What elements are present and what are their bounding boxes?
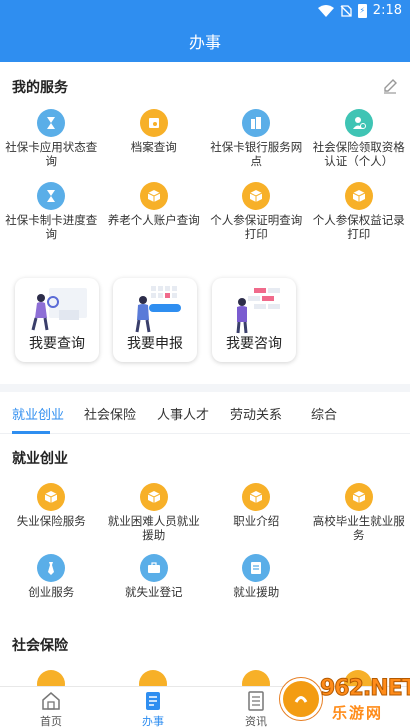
service-label: 档案查询 — [130, 140, 177, 154]
building-icon — [242, 109, 271, 137]
service-label: 就业困难人员就业援助 — [107, 514, 200, 542]
no-sim-icon — [340, 4, 352, 17]
service-item[interactable]: 失业保险服务 — [0, 483, 103, 542]
nav-service[interactable]: 办事 — [123, 690, 183, 728]
service-item[interactable]: 社保卡银行服务网点 — [205, 109, 308, 168]
service-item[interactable]: 就业困难人员就业援助 — [103, 483, 206, 542]
service-label: 个人参保权益记录打印 — [312, 213, 405, 241]
cube-icon — [242, 483, 271, 511]
tab-social-insurance[interactable]: 社会保险 — [84, 404, 136, 423]
nav-home[interactable]: 首页 — [21, 690, 81, 728]
my-services-title: 我的服务 — [12, 80, 68, 96]
service-label: 社保卡应用状态查询 — [5, 140, 98, 168]
status-time: 2:18 — [372, 3, 402, 18]
service-label: 社保卡制卡进度查询 — [5, 213, 98, 241]
consult-illustration — [236, 288, 280, 334]
cube-icon — [344, 182, 373, 210]
cube-icon — [344, 483, 373, 511]
service-item[interactable]: 社保卡制卡进度查询 — [0, 182, 103, 241]
service-label: 失业保险服务 — [16, 514, 86, 528]
folder-icon — [139, 109, 168, 137]
cube-icon — [139, 182, 168, 210]
category-tabs: 就业创业 社会保险 人事人才 劳动关系 综合 — [0, 392, 410, 434]
service-label: 就失业登记 — [125, 585, 183, 599]
person-check-icon — [344, 109, 373, 137]
service-label: 养老个人账户查询 — [107, 213, 200, 227]
consult-card-label: 我要咨询 — [226, 336, 282, 352]
tab-personnel[interactable]: 人事人才 — [157, 404, 209, 423]
service-item[interactable]: 社保卡应用状态查询 — [0, 109, 103, 168]
declare-illustration — [135, 286, 181, 333]
service-icon — [146, 692, 160, 710]
declare-card-label: 我要申报 — [127, 336, 183, 352]
social-insurance-title: 社会保险 — [12, 638, 68, 654]
service-item[interactable]: 档案查询 — [103, 109, 206, 168]
page-title: 办事 — [0, 24, 410, 62]
tab-labor-relations[interactable]: 劳动关系 — [230, 404, 282, 423]
nav-home-label: 首页 — [40, 715, 62, 728]
service-label: 社保卡银行服务网点 — [210, 140, 303, 168]
service-label: 社会保险领取资格认证（个人） — [312, 140, 405, 168]
service-item[interactable]: 个人参保权益记录打印 — [308, 182, 410, 241]
hourglass-icon — [37, 109, 66, 137]
service-item[interactable]: 高校毕业生就业服务 — [308, 483, 410, 542]
pencil-icon[interactable] — [382, 78, 398, 94]
nav-service-label: 办事 — [142, 715, 164, 728]
battery-charging-icon: ⚡ — [357, 3, 367, 18]
my-services-grid: 社保卡应用状态查询 档案查询 社保卡银行服务网点 社会保险领取资格认证（个人） … — [0, 109, 410, 241]
service-item[interactable]: 社会保险领取资格认证（个人） — [308, 109, 410, 168]
service-label: 高校毕业生就业服务 — [312, 514, 405, 542]
employment-title: 就业创业 — [12, 451, 68, 467]
service-label: 就业援助 — [233, 585, 280, 599]
query-card[interactable]: 我要查询 — [15, 278, 99, 362]
watermark-badge-icon — [280, 678, 322, 720]
news-icon — [248, 691, 264, 711]
service-item[interactable]: 就失业登记 — [103, 554, 206, 599]
tab-employment[interactable]: 就业创业 — [12, 404, 64, 423]
cube-icon — [37, 483, 66, 511]
employment-grid: 失业保险服务 就业困难人员就业援助 职业介绍 高校毕业生就业服务 创业服务 就失… — [0, 483, 410, 599]
status-bar: ⚡ 2:18 — [0, 0, 410, 24]
wifi-icon — [317, 4, 334, 17]
cube-icon — [139, 670, 167, 686]
service-item[interactable]: 养老个人账户查询 — [103, 182, 206, 241]
service-label: 创业服务 — [28, 585, 75, 599]
watermark-logo: 962.NET 乐游网 — [276, 672, 410, 728]
service-label: 职业介绍 — [233, 514, 280, 528]
tab-general[interactable]: 综合 — [311, 404, 337, 423]
service-item[interactable]: 就业援助 — [205, 554, 308, 599]
declare-card[interactable]: 我要申报 — [113, 278, 197, 362]
nav-news-label: 资讯 — [245, 715, 267, 728]
briefcase-icon — [139, 554, 168, 582]
document-icon — [242, 554, 271, 582]
status-icons: ⚡ 2:18 — [317, 3, 402, 18]
cube-icon — [242, 670, 270, 686]
service-item[interactable]: 职业介绍 — [205, 483, 308, 542]
hourglass-icon — [37, 182, 66, 210]
cube-icon — [37, 670, 65, 686]
query-illustration — [31, 288, 87, 331]
consult-card[interactable]: 我要咨询 — [212, 278, 296, 362]
cube-icon — [139, 483, 168, 511]
tie-icon — [37, 554, 66, 582]
watermark-sub: 乐游网 — [332, 704, 384, 722]
home-icon — [42, 692, 60, 710]
watermark-brand: 962.NET — [320, 676, 410, 702]
service-item[interactable]: 创业服务 — [0, 554, 103, 599]
service-item[interactable]: 个人参保证明查询打印 — [205, 182, 308, 241]
service-label: 个人参保证明查询打印 — [210, 213, 303, 241]
cube-icon — [242, 182, 271, 210]
query-card-label: 我要查询 — [29, 336, 85, 352]
